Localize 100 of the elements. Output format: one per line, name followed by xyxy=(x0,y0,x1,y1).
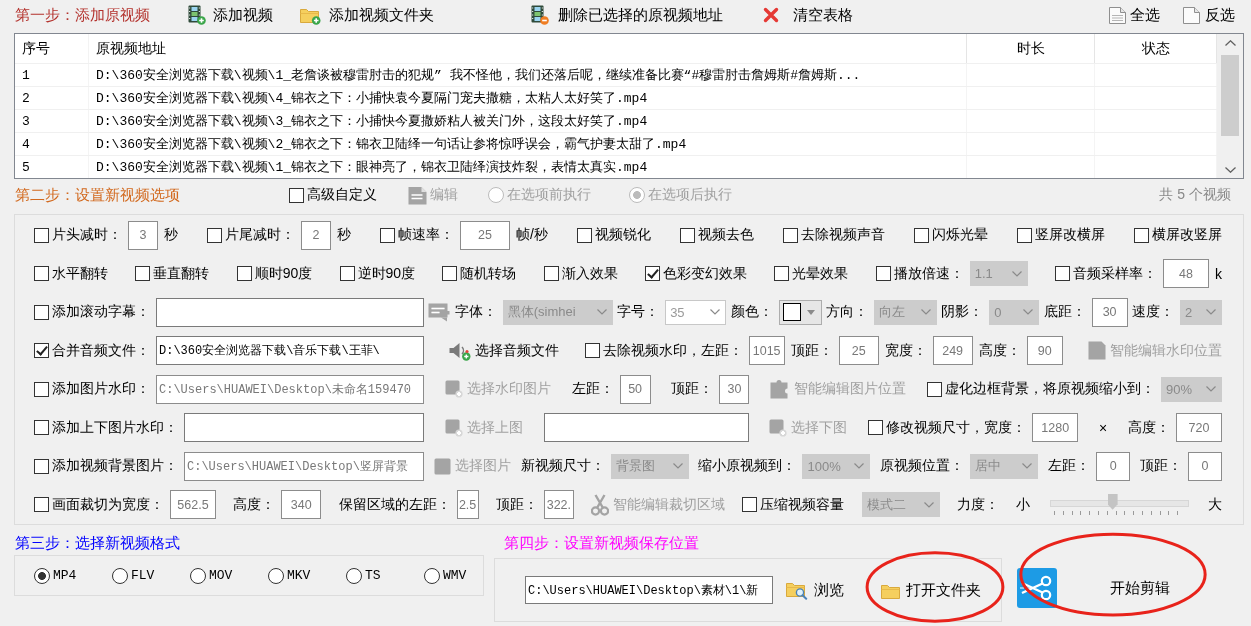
checkbox-label: 光晕效果 xyxy=(792,264,849,283)
add-folder-button[interactable]: 添加视频文件夹 xyxy=(300,5,434,25)
checkbox-label: 随机转场 xyxy=(460,264,517,283)
checkbox[interactable] xyxy=(913,227,929,243)
checkbox[interactable] xyxy=(442,266,458,282)
caret-icon xyxy=(1022,463,1033,470)
step-title: 第二步：设置新视频选项 xyxy=(15,185,181,205)
checkbox[interactable] xyxy=(679,227,695,243)
checkbox-label: 音频采样率： xyxy=(1072,264,1157,283)
checkbox[interactable] xyxy=(135,266,151,282)
checkbox[interactable] xyxy=(34,497,49,513)
page-icon xyxy=(1182,6,1201,24)
caret-icon xyxy=(923,501,934,508)
radio-label: WMV xyxy=(443,568,467,583)
column-header[interactable]: 原视频地址 xyxy=(89,34,967,63)
checkbox[interactable] xyxy=(774,266,790,282)
field-label: 大 xyxy=(1207,495,1222,514)
add-video-button[interactable]: 添加视频 xyxy=(188,5,273,25)
checkbox-label: 添加视频背景图片： xyxy=(52,457,178,476)
checkbox-label: 顺时90度 xyxy=(254,264,313,283)
caret-icon xyxy=(672,463,683,470)
field-label: 顶距： xyxy=(671,380,714,399)
field-label: 保留区域的左距： xyxy=(338,495,451,514)
checkbox[interactable] xyxy=(34,266,49,282)
checkbox-label: 视频锐化 xyxy=(594,226,651,245)
checkbox[interactable] xyxy=(1016,227,1032,243)
checkbox[interactable] xyxy=(207,227,222,243)
checkbox-label: 播放倍速： xyxy=(893,264,964,283)
checkbox[interactable] xyxy=(34,381,49,397)
scrollbar-thumb[interactable] xyxy=(1221,55,1239,136)
select-all-button[interactable]: 全选 xyxy=(1108,5,1160,25)
field-label: 字号： xyxy=(617,303,660,322)
checkbox[interactable] xyxy=(927,381,942,397)
checkbox[interactable] xyxy=(543,266,559,282)
slider-thumb[interactable] xyxy=(1107,493,1118,510)
clear-table-button[interactable]: 清空表格 xyxy=(763,5,853,25)
checkbox[interactable] xyxy=(34,343,49,359)
checkbox[interactable] xyxy=(34,420,49,436)
color-picker[interactable] xyxy=(778,299,822,325)
column-header[interactable]: 时长 xyxy=(967,34,1095,63)
checkbox-label: 去除视频声音 xyxy=(800,226,885,245)
field-label: 帧/秒 xyxy=(516,226,548,245)
choose-audio-button[interactable]: 选择音频文件 xyxy=(449,340,560,361)
caret-icon xyxy=(1206,309,1216,316)
checkbox[interactable] xyxy=(34,227,49,243)
cross-icon xyxy=(763,7,779,23)
checkbox-label: 竖屏改横屏 xyxy=(1034,226,1105,245)
input-field[interactable] xyxy=(184,413,424,443)
input-field[interactable] xyxy=(156,297,424,327)
field-label: 顶距： xyxy=(1139,457,1182,476)
save-path-field[interactable]: C:\Users\HUAWEI\Desktop\素材\1\新 xyxy=(525,576,773,604)
film-minus-icon xyxy=(531,5,549,25)
checkbox[interactable] xyxy=(782,227,798,243)
checkbox[interactable] xyxy=(576,227,592,243)
checkbox-label: 添加图片水印： xyxy=(52,380,150,399)
checkbox[interactable] xyxy=(742,497,758,513)
checkbox[interactable] xyxy=(645,266,661,282)
input-field[interactable]: D:\360安全浏览器下载\音乐下载\王菲\ xyxy=(156,336,424,366)
caret-icon xyxy=(1011,270,1022,277)
radio-button[interactable] xyxy=(34,567,50,584)
delete-selected-button[interactable]: 删除已选择的原视频地址 xyxy=(531,5,723,25)
scrollbar[interactable] xyxy=(1217,34,1243,178)
table-cell: 5 xyxy=(15,156,89,178)
field-label: 顶距： xyxy=(495,495,538,514)
invert-selection-button[interactable]: 反选 xyxy=(1182,5,1235,25)
radio-button[interactable] xyxy=(268,567,284,584)
checkbox-label: 高级自定义 xyxy=(307,186,377,204)
radio-button[interactable] xyxy=(190,567,206,584)
scissors-icon xyxy=(591,493,610,516)
checkbox[interactable] xyxy=(34,458,49,474)
browse-button[interactable]: 浏览 xyxy=(782,576,848,604)
checkbox[interactable] xyxy=(289,187,304,203)
caret-icon xyxy=(596,309,607,316)
checkbox[interactable] xyxy=(1133,227,1149,243)
checkbox-label: 画面裁切为宽度： xyxy=(52,495,164,514)
checkbox[interactable] xyxy=(868,420,884,436)
checkbox[interactable] xyxy=(1054,266,1070,282)
radio-button[interactable] xyxy=(112,567,128,584)
checkbox[interactable] xyxy=(380,227,395,243)
table-cell: D:\360安全浏览器下载\视频\1_老詹谈被穆雷肘击的犯规” 我不怪他，我们还落后呢，继续准备比赛“#穆雷肘击詹姆斯#詹姆斯... xyxy=(89,64,967,86)
column-header[interactable]: 序号 xyxy=(15,34,89,63)
checkbox-label: 去除视频水印，左距： xyxy=(602,341,743,360)
checkbox[interactable] xyxy=(584,343,600,359)
table-cell: D:\360安全浏览器下载\视频\1_锦衣之下：眼神亮了，锦衣卫陆绎演技炸裂，表情太真实.mp4 xyxy=(89,156,967,178)
checkbox-label: 渐入效果 xyxy=(561,264,618,283)
document-icon xyxy=(408,185,427,205)
radio-button[interactable] xyxy=(346,567,362,584)
checkbox[interactable] xyxy=(875,266,891,282)
field-label: 高度： xyxy=(233,495,276,514)
table-cell: 4 xyxy=(15,133,89,155)
checkbox[interactable] xyxy=(339,266,355,282)
checkbox[interactable] xyxy=(236,266,252,282)
field-label: 底距： xyxy=(1043,303,1086,322)
field-label: 颜色： xyxy=(730,303,773,322)
checkbox[interactable] xyxy=(34,304,49,320)
start-button[interactable]: 开始剪辑 xyxy=(1017,568,1210,608)
radio-button[interactable] xyxy=(424,567,440,584)
field-label: 顶距： xyxy=(790,341,833,360)
input-field[interactable] xyxy=(543,413,749,443)
slider-track[interactable] xyxy=(1047,493,1191,516)
